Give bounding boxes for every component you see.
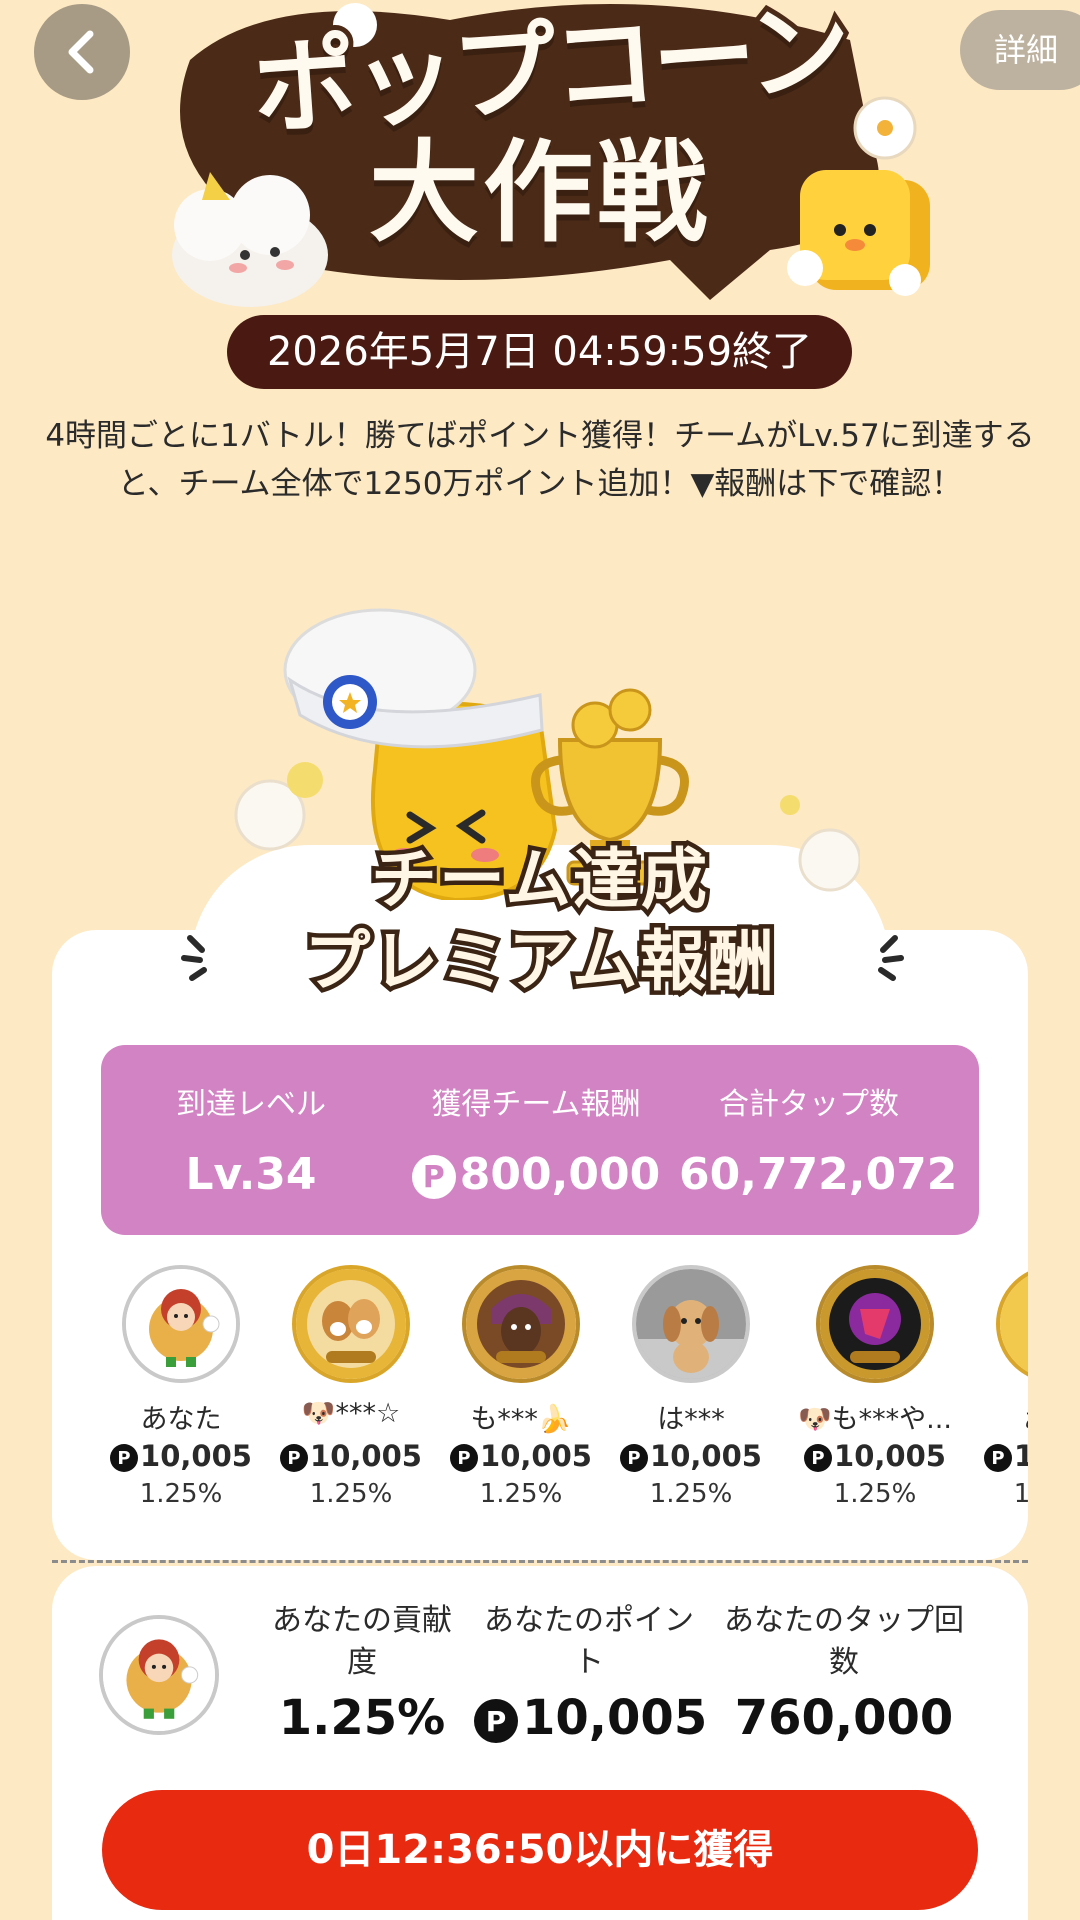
member-percent: 1.25%	[649, 1479, 733, 1509]
member-points: P10,005	[970, 1439, 1028, 1473]
member-name: 🐶***☆	[301, 1398, 401, 1429]
member-percent: 1.25%	[833, 1479, 917, 1509]
point-coin-icon: P	[804, 1444, 833, 1472]
member-points: P10,005	[436, 1439, 606, 1473]
point-coin-icon: P	[474, 1699, 518, 1743]
member-percent: 1.25%	[139, 1479, 223, 1509]
member-item[interactable]: ぁ*** P10,005 1.25%	[970, 1265, 1028, 1509]
my-points-value: 10,005	[522, 1690, 708, 1746]
stat-total-taps-value: 60,772,072	[679, 1149, 958, 1200]
stat-level-value: Lv.34	[185, 1149, 317, 1200]
divider	[52, 1560, 1028, 1563]
chevron-left-icon	[68, 30, 94, 74]
my-points-value-wrap: P 10,005	[474, 1690, 708, 1746]
member-points: P10,005	[790, 1439, 960, 1473]
my-points: あなたのポイント P 10,005	[474, 1600, 708, 1746]
my-taps-value: 760,000	[734, 1690, 954, 1746]
avatar	[816, 1265, 934, 1383]
avatar	[462, 1265, 580, 1383]
avatar	[292, 1265, 410, 1383]
member-item[interactable]: 🐶も***や... P 10,005 1.25%	[790, 1265, 960, 1509]
card-title-line2: プレミアム報酬	[300, 919, 778, 1005]
member-item[interactable]: 🐶***☆ P 10,005 1.25%	[266, 1265, 436, 1509]
sparkle-left-icon	[181, 935, 207, 981]
member-name: 🐶も***や...	[798, 1404, 952, 1435]
stat-team-reward: 獲得チーム報酬 P 800,000	[411, 1045, 661, 1200]
stat-team-reward-label: 獲得チーム報酬	[431, 1087, 641, 1122]
my-contribution-label: あなたの貢献度	[272, 1603, 452, 1680]
my-contribution-value: 1.25%	[278, 1690, 446, 1746]
member-points: P10,005	[96, 1439, 266, 1473]
point-coin-icon: P	[110, 1444, 139, 1472]
my-taps-label: あなたのタップ回数	[724, 1603, 964, 1680]
point-coin-icon: P	[280, 1444, 309, 1472]
my-contribution: あなたの貢献度 1.25%	[262, 1600, 462, 1746]
member-item[interactable]: も***🍌 P 10,005 1.25%	[436, 1265, 606, 1509]
stat-level: 到達レベル Lv.34	[161, 1045, 341, 1200]
point-coin-icon: P	[984, 1444, 1013, 1472]
stat-team-reward-value-wrap: P 800,000	[411, 1149, 661, 1200]
avatar	[122, 1265, 240, 1383]
member-points-value: 10,005	[834, 1439, 946, 1473]
stat-team-reward-value: 800,000	[459, 1149, 661, 1200]
member-item[interactable]: は*** P 10,005 1.25%	[606, 1265, 776, 1509]
member-points-value: 10,005	[310, 1439, 422, 1473]
avatar	[996, 1265, 1028, 1383]
member-percent: 1.25%	[1013, 1479, 1028, 1509]
card-title: チーム達成 プレミアム報酬	[140, 837, 940, 1005]
sparkle-right-icon	[878, 935, 904, 981]
member-points-value: 10,005	[1014, 1439, 1028, 1473]
back-button[interactable]	[34, 4, 130, 100]
event-end-time: 2026年5月7日 04:59:59終了	[227, 315, 852, 389]
details-button[interactable]: 詳細	[959, 10, 1080, 90]
point-coin-icon: P	[450, 1444, 479, 1472]
member-points-value: 10,005	[650, 1439, 762, 1473]
point-coin-icon: P	[620, 1444, 649, 1472]
event-title: ポップコーン 大作戦	[190, 0, 910, 262]
avatar	[632, 1265, 750, 1383]
member-points: P10,005	[266, 1439, 436, 1473]
member-name: は***	[657, 1404, 725, 1435]
member-points-value: 10,005	[140, 1439, 252, 1473]
team-stats-box: 到達レベル Lv.34 獲得チーム報酬 P 800,000 合計タップ数 60,7…	[101, 1045, 979, 1235]
member-percent: 1.25%	[309, 1479, 393, 1509]
member-name: ぁ***	[970, 1397, 1028, 1435]
stat-total-taps: 合計タップ数 60,772,072	[679, 1045, 958, 1200]
card-title-line1: チーム達成	[366, 837, 711, 923]
member-item[interactable]: あなた P 10,005 1.25%	[96, 1265, 266, 1509]
member-percent: 1.25%	[479, 1479, 563, 1509]
stat-total-taps-label: 合計タップ数	[719, 1087, 899, 1122]
my-avatar	[99, 1615, 219, 1735]
my-points-label: あなたのポイント	[484, 1603, 694, 1680]
member-name: も***🍌	[470, 1404, 572, 1435]
member-name: あなた	[140, 1404, 222, 1435]
member-list[interactable]: あなた P 10,005 1.25% 🐶***☆ P 10,005 1.25% も*…	[52, 1265, 1028, 1535]
stat-level-label: 到達レベル	[176, 1087, 326, 1122]
point-coin-icon: P	[411, 1155, 456, 1199]
member-points: P10,005	[606, 1439, 776, 1473]
my-taps: あなたのタップ回数 760,000	[714, 1600, 974, 1746]
event-description: 4時間ごとに1バトル！勝てばポイント獲得！チームがLv.57に到達すると、チーム…	[45, 418, 1035, 502]
claim-button[interactable]: 0日12:36:50以内に獲得	[102, 1790, 978, 1910]
member-points-value: 10,005	[480, 1439, 592, 1473]
